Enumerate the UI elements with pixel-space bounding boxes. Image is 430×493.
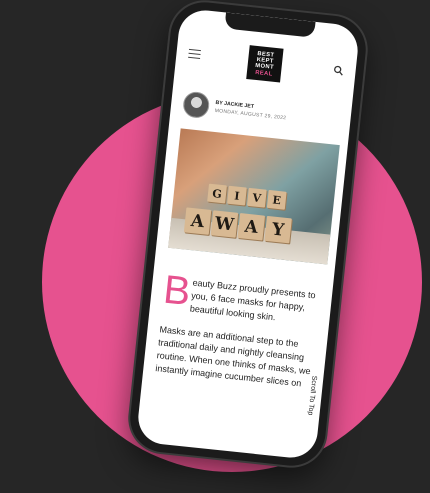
letter-tile: A	[183, 207, 212, 235]
hero-image: GIVE AWAY	[168, 128, 340, 265]
author-row: BY JACKIE JET MONDAY, AUGUST 29, 2022	[181, 90, 344, 134]
lead-paragraph: eauty Buzz proudly presents to you, 6 fa…	[189, 277, 317, 323]
byline-prefix: BY	[215, 99, 223, 107]
letter-tile: Y	[264, 215, 292, 244]
letter-tile: E	[266, 189, 287, 210]
word-tiles-give: GIVE	[207, 183, 287, 210]
post-date: MONDAY, AUGUST 29, 2022	[214, 107, 287, 122]
phone-screen: BEST KEPT MONT REAL BY JACKIE JET MONDAY…	[135, 7, 361, 461]
phone-notch	[224, 12, 316, 38]
drop-cap: B	[161, 267, 193, 315]
letter-tile: I	[227, 185, 247, 206]
hamburger-icon[interactable]	[188, 48, 201, 59]
author-avatar[interactable]	[181, 90, 211, 120]
letter-tile: A	[237, 213, 266, 241]
letter-tile: G	[207, 183, 227, 204]
search-icon[interactable]	[333, 65, 344, 76]
letter-tile: W	[210, 210, 239, 238]
letter-tile: V	[246, 187, 267, 208]
body-paragraph: Masks are an additional step to the trad…	[154, 324, 312, 389]
site-logo[interactable]: BEST KEPT MONT REAL	[246, 45, 284, 83]
